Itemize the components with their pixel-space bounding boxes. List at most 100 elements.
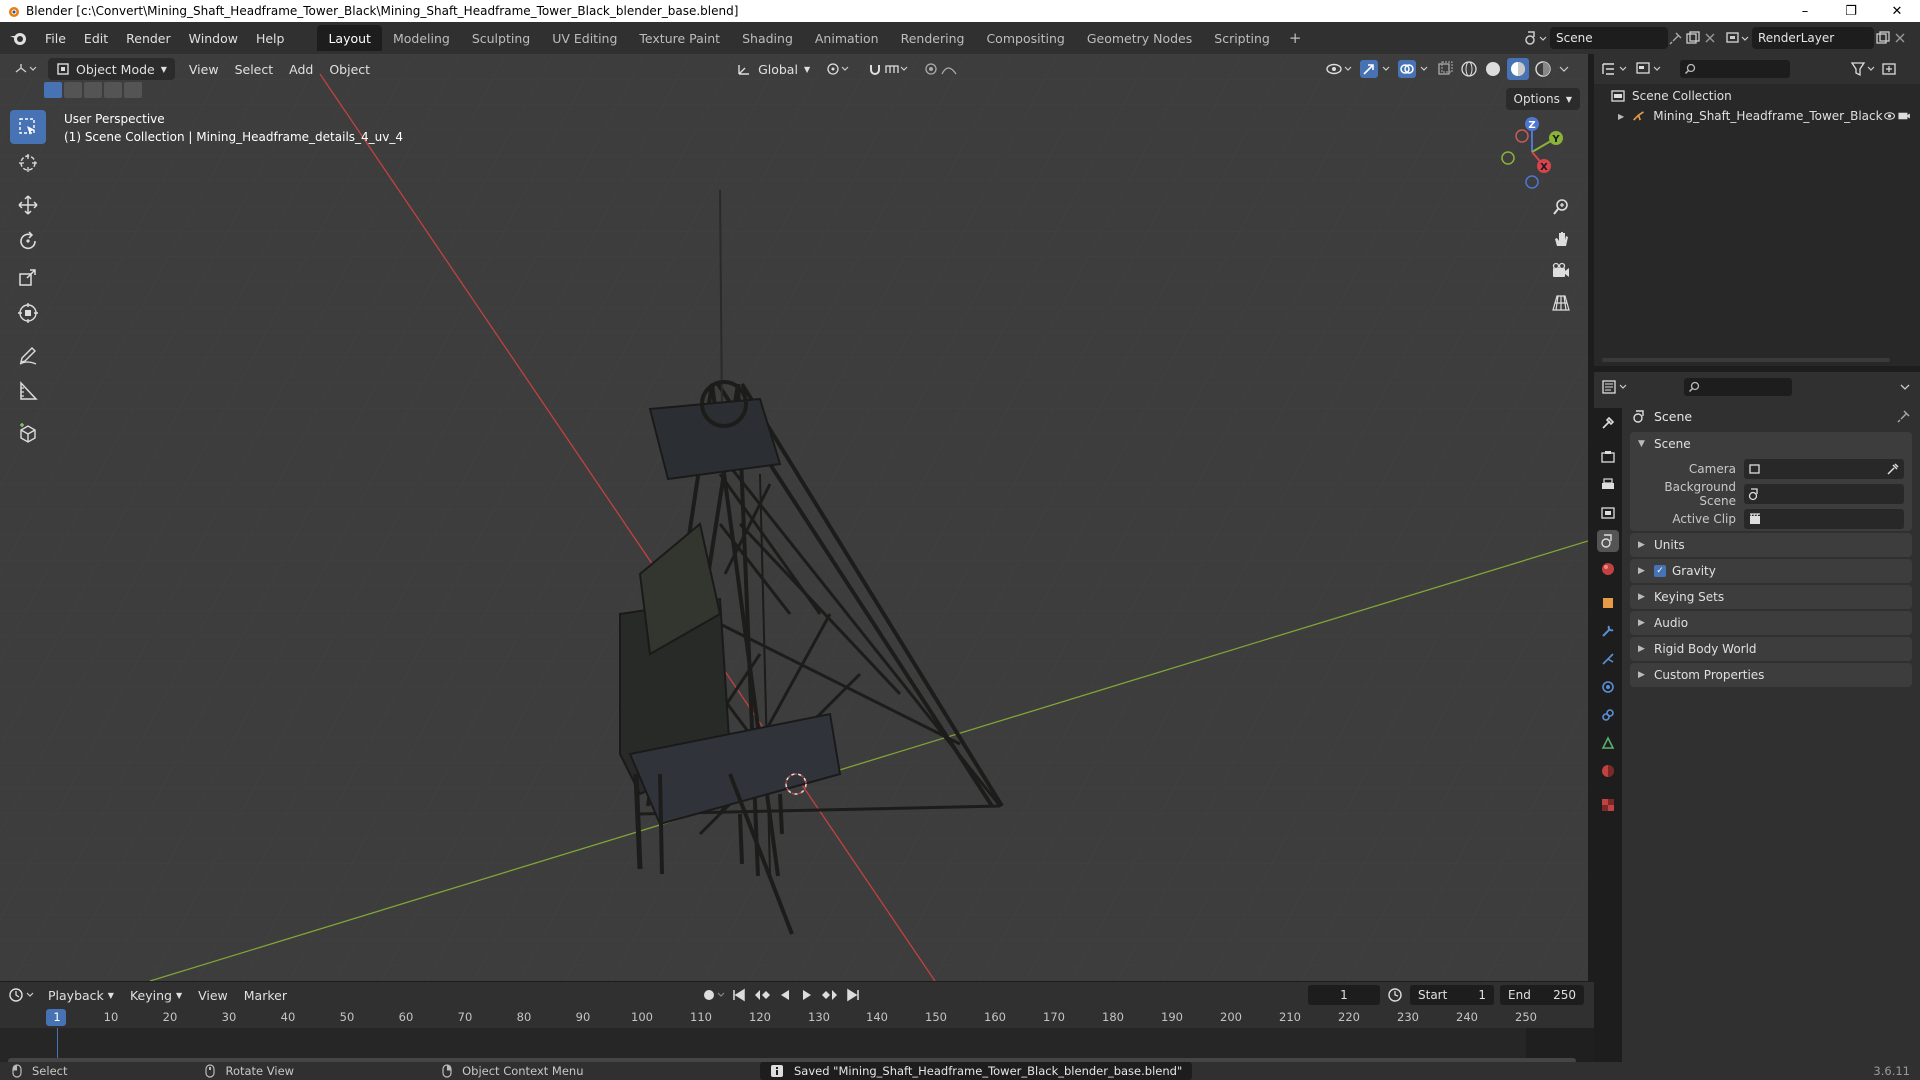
cursor-tool[interactable] <box>10 146 46 180</box>
solid-shading-icon[interactable] <box>1483 59 1503 79</box>
menu-window[interactable]: Window <box>180 22 247 54</box>
panel-keying-sets[interactable]: ▶ Keying Sets <box>1630 585 1912 609</box>
close-button[interactable]: ✕ <box>1874 0 1920 22</box>
duplicate-icon[interactable] <box>1684 30 1702 46</box>
outliner-scrollbar[interactable] <box>1602 358 1890 362</box>
camera-field[interactable] <box>1744 458 1904 479</box>
tab-scene[interactable] <box>1597 530 1619 552</box>
view-layer-selector[interactable]: RenderLayer <box>1724 26 1920 50</box>
timeline-view-menu[interactable]: View <box>190 984 236 1006</box>
properties-search-input[interactable] <box>1684 378 1792 396</box>
prev-keyframe-icon[interactable] <box>752 985 772 1005</box>
timeline-editor-icon[interactable] <box>8 986 40 1004</box>
shading-options-icon[interactable] <box>1557 60 1571 78</box>
next-keyframe-icon[interactable] <box>820 985 840 1005</box>
pin-icon[interactable] <box>1896 408 1912 424</box>
transform-orientation-dropdown[interactable]: Global ▼ <box>728 58 818 80</box>
tab-constraints[interactable] <box>1597 704 1619 726</box>
outliner-editor-icon[interactable] <box>1600 60 1634 78</box>
wireframe-shading-icon[interactable] <box>1459 59 1479 79</box>
annotate-tool[interactable] <box>10 338 46 372</box>
chevron-down-icon[interactable] <box>1898 380 1912 394</box>
snap-toggle[interactable] <box>860 58 916 80</box>
minimize-button[interactable]: – <box>1782 0 1828 22</box>
view-layer-field[interactable]: RenderLayer <box>1752 27 1874 49</box>
navigation-gizmo[interactable]: Z Y X <box>1492 112 1572 192</box>
jump-end-icon[interactable] <box>844 985 862 1005</box>
scene-selector[interactable]: Scene <box>1524 26 1724 50</box>
menu-file[interactable]: File <box>36 22 75 54</box>
panel-units[interactable]: ▶ Units <box>1630 533 1912 557</box>
tab-data[interactable] <box>1597 732 1619 754</box>
xray-toggle-icon[interactable] <box>1435 60 1455 78</box>
play-reverse-icon[interactable] <box>776 985 794 1005</box>
current-frame-field[interactable]: 1 <box>1308 985 1380 1005</box>
background-scene-field[interactable] <box>1744 483 1904 504</box>
tab-sculpting[interactable]: Sculpting <box>461 25 541 51</box>
camera-view-button[interactable] <box>1548 258 1574 284</box>
visibility-selectability-icon[interactable] <box>1325 60 1355 78</box>
overlays-toggle-icon[interactable] <box>1397 59 1431 79</box>
pan-button[interactable] <box>1548 226 1574 252</box>
eyedropper-icon[interactable] <box>1886 462 1900 476</box>
select-box-tool[interactable] <box>10 110 46 144</box>
tab-physics[interactable] <box>1597 676 1619 698</box>
camera-render-icon[interactable] <box>1896 109 1912 123</box>
panel-scene-header[interactable]: ▼ Scene <box>1630 432 1912 456</box>
record-icon[interactable] <box>700 985 726 1005</box>
play-icon[interactable] <box>798 985 816 1005</box>
tab-geometry-nodes[interactable]: Geometry Nodes <box>1076 25 1203 51</box>
gizmo-neg-y-icon[interactable] <box>1501 151 1515 165</box>
tab-output[interactable] <box>1597 474 1619 496</box>
gizmo-neg-x-icon[interactable] <box>1515 129 1529 143</box>
outliner-row-scene-collection[interactable]: Scene Collection <box>1594 86 1920 106</box>
playback-menu[interactable]: Playback ▼ <box>40 984 122 1006</box>
tab-view-layer[interactable] <box>1597 502 1619 524</box>
material-preview-shading-icon[interactable] <box>1507 58 1529 80</box>
maximize-button[interactable]: ❐ <box>1828 0 1874 22</box>
viewport-scene[interactable] <box>0 54 1588 981</box>
rotate-tool[interactable] <box>10 224 46 258</box>
filter-icon[interactable] <box>1850 60 1880 78</box>
panel-custom-properties[interactable]: ▶ Custom Properties <box>1630 663 1912 687</box>
options-dropdown[interactable]: Options ▼ <box>1505 88 1580 110</box>
transform-tool[interactable] <box>10 296 46 330</box>
panel-rigid-body-world[interactable]: ▶ Rigid Body World <box>1630 637 1912 661</box>
outliner-search-input[interactable] <box>1680 60 1790 78</box>
marker-menu[interactable]: Marker <box>236 984 295 1006</box>
move-tool[interactable] <box>10 188 46 222</box>
blender-menu-button[interactable] <box>0 22 36 54</box>
tab-rendering[interactable]: Rendering <box>890 25 976 51</box>
tab-texture-paint[interactable]: Texture Paint <box>628 25 731 51</box>
close-icon[interactable] <box>1702 30 1718 46</box>
tab-object[interactable] <box>1597 592 1619 614</box>
panel-audio[interactable]: ▶ Audio <box>1630 611 1912 635</box>
outliner-row-object[interactable]: ▶ Mining_Shaft_Headframe_Tower_Black <box>1594 106 1920 126</box>
tab-world[interactable] <box>1597 558 1619 580</box>
view-menu[interactable]: View <box>181 58 227 80</box>
editor-type-button[interactable] <box>6 58 46 80</box>
expand-arrow-icon[interactable]: ▶ <box>1618 112 1624 121</box>
tab-scripting[interactable]: Scripting <box>1203 25 1281 51</box>
menu-edit[interactable]: Edit <box>75 22 117 54</box>
tab-texture[interactable] <box>1597 794 1619 816</box>
new-collection-icon[interactable] <box>1880 60 1900 78</box>
mode-dropdown[interactable]: Object Mode ▼ <box>48 58 175 80</box>
tab-modeling[interactable]: Modeling <box>382 25 461 51</box>
tab-animation[interactable]: Animation <box>804 25 890 51</box>
tab-uv-editing[interactable]: UV Editing <box>541 25 628 51</box>
keying-menu[interactable]: Keying ▼ <box>122 984 190 1006</box>
tab-tool[interactable] <box>1597 412 1619 434</box>
measure-tool[interactable] <box>10 374 46 408</box>
tab-compositing[interactable]: Compositing <box>975 25 1075 51</box>
scene-name-field[interactable]: Scene <box>1550 27 1668 49</box>
tab-render[interactable] <box>1597 446 1619 468</box>
select-extend-icon[interactable] <box>64 82 82 98</box>
eye-icon[interactable] <box>1883 109 1896 123</box>
start-frame-field[interactable]: Start 1 <box>1410 985 1494 1005</box>
pin-icon[interactable] <box>1668 30 1684 46</box>
display-mode-icon[interactable] <box>1634 60 1668 78</box>
select-menu[interactable]: Select <box>227 58 282 80</box>
zoom-button[interactable] <box>1548 194 1574 220</box>
duplicate-icon[interactable] <box>1874 30 1892 46</box>
